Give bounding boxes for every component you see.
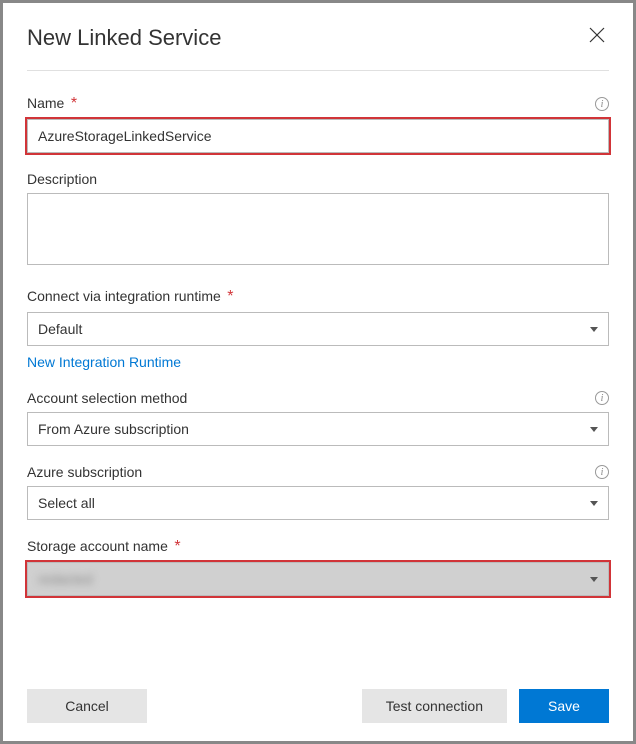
new-runtime-link[interactable]: New Integration Runtime bbox=[27, 354, 181, 370]
account-method-value: From Azure subscription bbox=[38, 421, 189, 437]
field-account-method: Account selection method i From Azure su… bbox=[27, 390, 609, 446]
runtime-select[interactable]: Default bbox=[27, 312, 609, 346]
name-input[interactable] bbox=[27, 119, 609, 153]
info-icon[interactable]: i bbox=[595, 97, 609, 111]
chevron-down-icon bbox=[590, 427, 598, 432]
storage-account-label: Storage account name bbox=[27, 538, 168, 554]
subscription-select[interactable]: Select all bbox=[27, 486, 609, 520]
runtime-value: Default bbox=[38, 321, 82, 337]
subscription-label: Azure subscription bbox=[27, 464, 142, 480]
field-name: Name * i bbox=[27, 95, 609, 153]
close-icon bbox=[589, 30, 605, 47]
field-subscription: Azure subscription i Select all bbox=[27, 464, 609, 520]
cancel-button[interactable]: Cancel bbox=[27, 689, 147, 723]
required-mark: * bbox=[174, 538, 180, 555]
info-icon[interactable]: i bbox=[595, 465, 609, 479]
storage-account-value: redacted bbox=[38, 571, 92, 587]
save-button[interactable]: Save bbox=[519, 689, 609, 723]
description-label: Description bbox=[27, 171, 97, 187]
field-runtime: Connect via integration runtime * Defaul… bbox=[27, 288, 609, 372]
info-icon[interactable]: i bbox=[595, 391, 609, 405]
chevron-down-icon bbox=[590, 501, 598, 506]
field-description: Description bbox=[27, 171, 609, 270]
test-connection-button[interactable]: Test connection bbox=[362, 689, 507, 723]
field-storage-account: Storage account name * redacted bbox=[27, 538, 609, 596]
close-button[interactable] bbox=[585, 23, 609, 52]
account-method-select[interactable]: From Azure subscription bbox=[27, 412, 609, 446]
required-mark: * bbox=[227, 288, 233, 305]
runtime-label: Connect via integration runtime bbox=[27, 288, 221, 304]
description-textarea[interactable] bbox=[27, 193, 609, 265]
chevron-down-icon bbox=[590, 327, 598, 332]
form-body: Name * i Description Connect via integra… bbox=[27, 71, 609, 671]
dialog-header: New Linked Service bbox=[27, 23, 609, 71]
subscription-value: Select all bbox=[38, 495, 95, 511]
required-mark: * bbox=[71, 95, 77, 112]
dialog-footer: Cancel Test connection Save bbox=[27, 671, 609, 741]
account-method-label: Account selection method bbox=[27, 390, 187, 406]
storage-account-select[interactable]: redacted bbox=[27, 562, 609, 596]
chevron-down-icon bbox=[590, 577, 598, 582]
dialog-title: New Linked Service bbox=[27, 25, 221, 51]
name-label: Name bbox=[27, 95, 64, 111]
